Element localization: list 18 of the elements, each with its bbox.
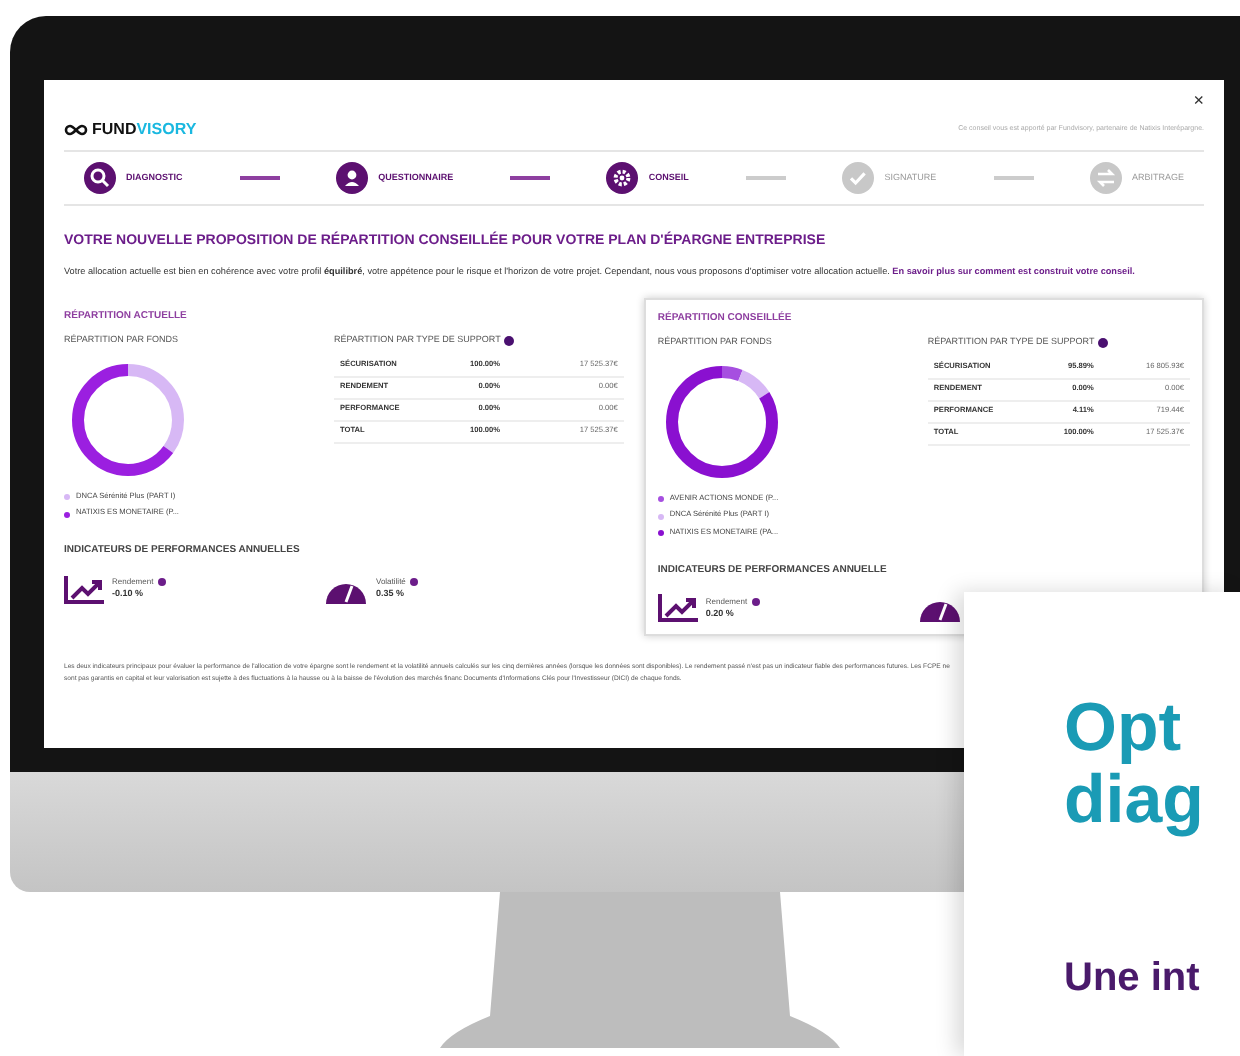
chart-trend-icon [64, 575, 104, 604]
info-icon [751, 597, 760, 606]
step-icon [336, 162, 369, 194]
step-icon [842, 162, 875, 194]
info-icon [504, 335, 515, 346]
step-icon [1089, 162, 1122, 194]
chart-trend-icon [657, 594, 698, 623]
logo: FUNDVISORY [64, 118, 197, 142]
infinity-icon [64, 124, 88, 136]
slide-subheading: Une int [1064, 954, 1202, 1004]
info-icon [409, 578, 418, 587]
slide-heading: diag [1064, 764, 1206, 836]
slide-heading: Opt [1064, 692, 1184, 764]
close-button[interactable]: × [1193, 92, 1204, 110]
info-icon [157, 578, 166, 587]
info-icon [1098, 337, 1109, 348]
step-icon [606, 162, 639, 194]
step-icon [84, 162, 116, 194]
